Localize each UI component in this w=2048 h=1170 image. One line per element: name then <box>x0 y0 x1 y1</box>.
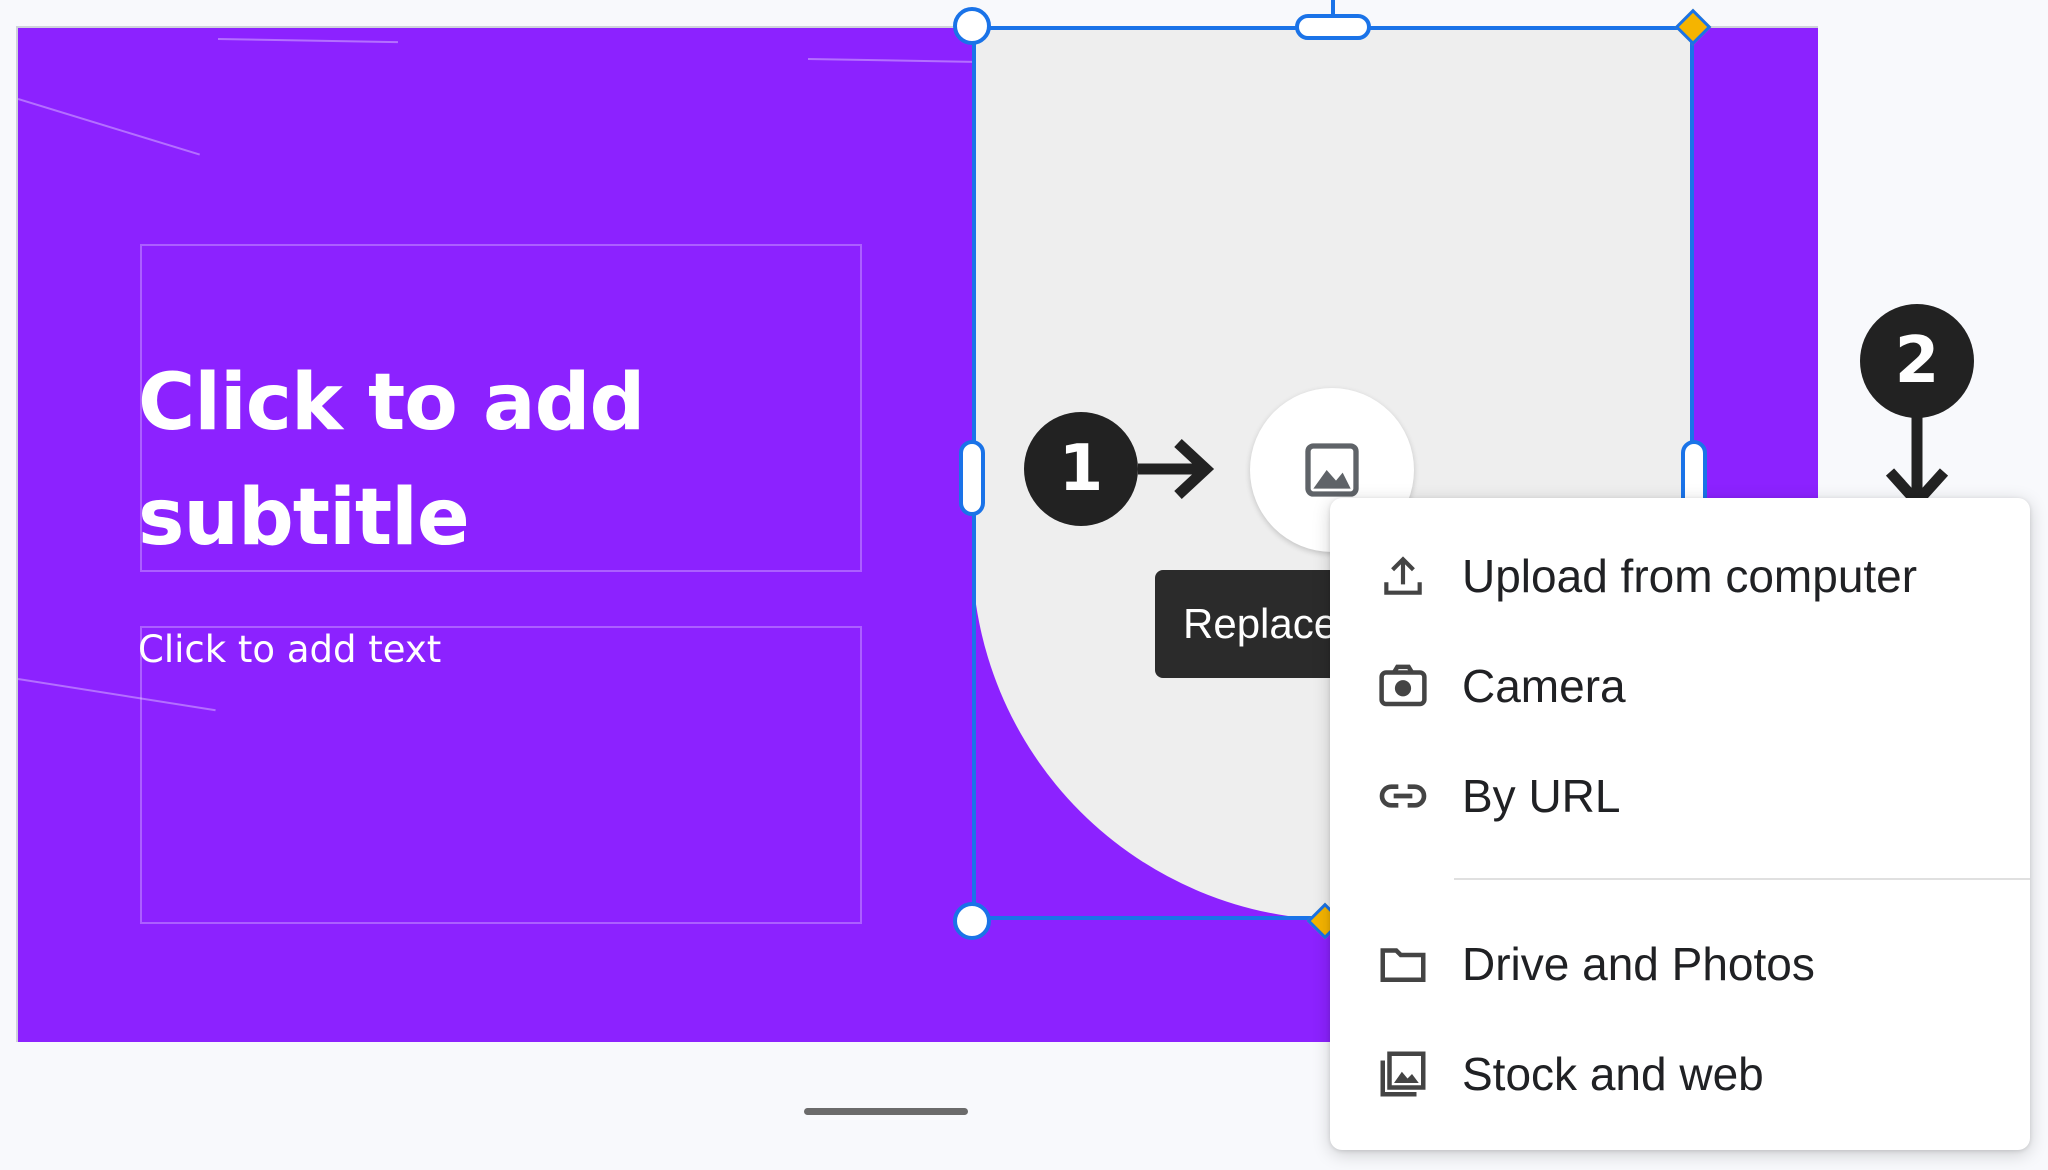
menu-item-label: Upload from computer <box>1462 550 1918 602</box>
menu-divider <box>1454 878 2030 880</box>
menu-item-label: Stock and web <box>1462 1048 1764 1100</box>
step-1-badge: 1 <box>1024 412 1138 526</box>
text-placeholder: Click to add text <box>138 628 442 671</box>
arrow-right-icon <box>1138 438 1215 500</box>
step-2-badge: 2 <box>1860 304 1974 418</box>
resize-handle-top-left[interactable] <box>953 7 991 45</box>
menu-item-drive-and-photos[interactable]: Drive and Photos <box>1330 914 2030 1014</box>
step-2-number: 2 <box>1894 324 1940 398</box>
folder-icon <box>1374 935 1432 993</box>
link-icon <box>1374 767 1432 825</box>
decorative-line <box>18 98 200 156</box>
image-icon <box>1305 443 1359 497</box>
replace-image-menu: Upload from computer Camera By URL Drive… <box>1330 498 2030 1150</box>
upload-icon <box>1374 547 1432 605</box>
filmstrip-resize-handle[interactable] <box>804 1108 968 1115</box>
resize-handle-top[interactable] <box>1295 14 1371 40</box>
step-1-number: 1 <box>1058 432 1104 506</box>
menu-item-by-url[interactable]: By URL <box>1330 746 2030 846</box>
menu-item-camera[interactable]: Camera <box>1330 636 2030 736</box>
resize-handle-left[interactable] <box>959 440 985 516</box>
photo-library-icon <box>1374 1045 1432 1103</box>
decorative-line <box>217 38 398 44</box>
subtitle-placeholder: Click to add subtitle <box>138 358 645 563</box>
menu-item-label: Camera <box>1462 660 1626 712</box>
menu-item-upload-from-computer[interactable]: Upload from computer <box>1330 526 2030 626</box>
menu-item-label: By URL <box>1462 770 1621 822</box>
menu-item-label: Drive and Photos <box>1462 938 1815 990</box>
tooltip-label: Replace <box>1183 600 1338 647</box>
menu-item-stock-and-web[interactable]: Stock and web <box>1330 1024 2030 1124</box>
camera-icon <box>1374 657 1432 715</box>
resize-handle-bottom-left[interactable] <box>953 902 991 940</box>
